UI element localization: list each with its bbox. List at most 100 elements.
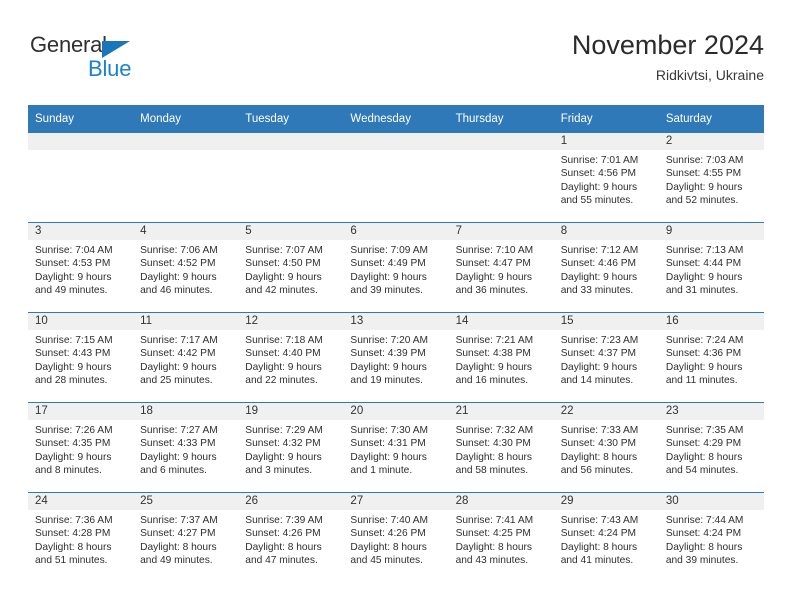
daylight-duration-line1: Daylight: 9 hours <box>35 271 112 283</box>
sunrise-time: Sunrise: 7:26 AM <box>35 425 113 436</box>
calendar-day-cell[interactable]: 14 Sunrise: 7:21 AM Sunset: 4:38 PM Dayligh… <box>448 313 554 402</box>
day-number: 23 <box>658 403 764 420</box>
daylight-duration-line1: Daylight: 9 hours <box>455 361 533 373</box>
day-details: Sunrise: 7:15 AM Sunset: 4:43 PM Daylight:… <box>28 330 133 388</box>
calendar-day-cell[interactable]: 17 Sunrise: 7:26 AM Sunset: 4:35 PM Dayligh… <box>28 403 134 492</box>
day-details: Sunrise: 7:04 AM Sunset: 4:53 PM Daylight:… <box>28 240 133 298</box>
calendar-day-cell[interactable]: 4 Sunrise: 7:06 AM Sunset: 4:52 PM Daylight… <box>133 223 239 312</box>
daylight-duration-line1: Daylight: 8 hours <box>35 541 112 553</box>
daylight-duration-line1: Daylight: 8 hours <box>665 451 743 463</box>
calendar-cell: 4 Sunrise: 7:06 AM Sunset: 4:52 PM Daylight… <box>133 222 239 313</box>
calendar-day-cell[interactable]: 15 Sunrise: 7:23 AM Sunset: 4:37 PM Dayligh… <box>553 313 659 402</box>
day-number: 19 <box>238 403 344 420</box>
calendar-day-cell[interactable]: 6 Sunrise: 7:09 AM Sunset: 4:49 PM Daylight… <box>343 223 449 312</box>
day-details: Sunrise: 7:40 AM Sunset: 4:26 PM Daylight:… <box>343 510 448 568</box>
sunrise-time: Sunrise: 7:09 AM <box>350 245 429 256</box>
sunrise-time: Sunrise: 7:20 AM <box>350 335 429 346</box>
calendar-day-cell[interactable]: 22 Sunrise: 7:33 AM Sunset: 4:30 PM Dayligh… <box>553 403 659 492</box>
daylight-duration-line1: Daylight: 9 hours <box>560 181 638 193</box>
sunrise-time: Sunrise: 7:23 AM <box>560 335 639 346</box>
calendar-cell: 24 Sunrise: 7:36 AM Sunset: 4:28 PM Dayligh… <box>28 492 134 582</box>
sunset-time: Sunset: 4:24 PM <box>665 528 742 540</box>
sunrise-time: Sunrise: 7:04 AM <box>35 245 113 256</box>
calendar-day-cell[interactable]: 5 Sunrise: 7:07 AM Sunset: 4:50 PM Daylight… <box>238 223 344 312</box>
weekday-header-tuesday: Tuesday <box>238 105 344 133</box>
calendar-cell: 14 Sunrise: 7:21 AM Sunset: 4:38 PM Dayligh… <box>448 312 554 403</box>
daylight-duration-line2: and 56 minutes. <box>560 465 634 477</box>
sunset-time: Sunset: 4:53 PM <box>35 258 111 270</box>
calendar-cell: 29 Sunrise: 7:43 AM Sunset: 4:24 PM Dayligh… <box>553 492 659 582</box>
calendar-day-cell[interactable]: 1 Sunrise: 7:01 AM Sunset: 4:56 PM Daylight… <box>553 133 659 222</box>
calendar-cell: 21 Sunrise: 7:32 AM Sunset: 4:30 PM Dayligh… <box>448 402 554 493</box>
sunset-time: Sunset: 4:40 PM <box>245 348 321 360</box>
calendar-day-cell[interactable]: 16 Sunrise: 7:24 AM Sunset: 4:36 PM Dayligh… <box>658 313 764 402</box>
calendar-day-cell[interactable]: 23 Sunrise: 7:35 AM Sunset: 4:29 PM Dayligh… <box>658 403 764 492</box>
calendar-day-cell[interactable]: 10 Sunrise: 7:15 AM Sunset: 4:43 PM Dayligh… <box>28 313 134 402</box>
sunset-time: Sunset: 4:27 PM <box>140 528 216 540</box>
calendar-cell: 22 Sunrise: 7:33 AM Sunset: 4:30 PM Dayligh… <box>553 402 659 493</box>
sunrise-time: Sunrise: 7:07 AM <box>245 245 323 256</box>
calendar-day-cell[interactable]: 8 Sunrise: 7:12 AM Sunset: 4:46 PM Daylight… <box>553 223 659 312</box>
sunrise-time: Sunrise: 7:39 AM <box>245 515 323 526</box>
calendar-day-cell[interactable]: 3 Sunrise: 7:04 AM Sunset: 4:53 PM Daylight… <box>28 223 134 312</box>
day-details: Sunrise: 7:06 AM Sunset: 4:52 PM Daylight:… <box>133 240 238 298</box>
calendar-cell: 26 Sunrise: 7:39 AM Sunset: 4:26 PM Dayligh… <box>238 492 344 582</box>
day-number: 12 <box>238 313 344 330</box>
calendar-day-cell[interactable]: 12 Sunrise: 7:18 AM Sunset: 4:40 PM Dayligh… <box>238 313 344 402</box>
daylight-duration-line2: and 31 minutes. <box>665 285 739 297</box>
daylight-duration-line1: Daylight: 9 hours <box>350 451 427 463</box>
daylight-duration-line2: and 14 minutes. <box>560 375 634 387</box>
daylight-duration-line2: and 36 minutes. <box>455 285 529 297</box>
calendar-day-cell[interactable]: 2 Sunrise: 7:03 AM Sunset: 4:55 PM Daylight… <box>658 133 764 222</box>
daylight-duration-line2: and 1 minute. <box>350 465 413 477</box>
daylight-duration-line1: Daylight: 9 hours <box>665 271 743 283</box>
sunset-time: Sunset: 4:44 PM <box>665 258 742 270</box>
calendar-day-cell[interactable]: 7 Sunrise: 7:10 AM Sunset: 4:47 PM Daylight… <box>448 223 554 312</box>
weekday-header-row: Sunday Monday Tuesday Wednesday Thursday… <box>28 105 764 133</box>
daylight-duration-line1: Daylight: 9 hours <box>35 451 112 463</box>
daylight-duration-line1: Daylight: 8 hours <box>665 541 743 553</box>
calendar-day-cell[interactable]: 25 Sunrise: 7:37 AM Sunset: 4:27 PM Dayligh… <box>133 493 239 582</box>
day-number: 2 <box>658 133 764 150</box>
calendar-day-cell[interactable]: 26 Sunrise: 7:39 AM Sunset: 4:26 PM Dayligh… <box>238 493 344 582</box>
day-number: 14 <box>448 313 554 330</box>
calendar-cell: 16 Sunrise: 7:24 AM Sunset: 4:36 PM Dayligh… <box>658 312 764 403</box>
calendar-day-cell[interactable]: 13 Sunrise: 7:20 AM Sunset: 4:39 PM Dayligh… <box>343 313 449 402</box>
sunrise-time: Sunrise: 7:35 AM <box>665 425 744 436</box>
calendar-day-cell[interactable]: 21 Sunrise: 7:32 AM Sunset: 4:30 PM Dayligh… <box>448 403 554 492</box>
day-details: Sunrise: 7:35 AM Sunset: 4:29 PM Daylight:… <box>659 420 764 478</box>
logo-text-blue: Blue <box>88 56 132 81</box>
day-number: 25 <box>133 493 239 510</box>
calendar-cell <box>238 133 344 223</box>
daylight-duration-line1: Daylight: 9 hours <box>140 361 217 373</box>
calendar-cell: 9 Sunrise: 7:13 AM Sunset: 4:44 PM Daylight… <box>658 222 764 313</box>
daylight-duration-line2: and 25 minutes. <box>140 375 213 387</box>
calendar-day-cell[interactable]: 20 Sunrise: 7:30 AM Sunset: 4:31 PM Dayligh… <box>343 403 449 492</box>
calendar-cell <box>133 133 239 223</box>
daylight-duration-line2: and 42 minutes. <box>245 285 318 297</box>
sunrise-time: Sunrise: 7:43 AM <box>560 515 639 526</box>
daylight-duration-line2: and 43 minutes. <box>455 555 529 567</box>
daylight-duration-line1: Daylight: 9 hours <box>455 271 533 283</box>
daylight-duration-line2: and 54 minutes. <box>665 465 739 477</box>
calendar-day-cell[interactable]: 18 Sunrise: 7:27 AM Sunset: 4:33 PM Dayligh… <box>133 403 239 492</box>
sunset-time: Sunset: 4:30 PM <box>560 438 637 450</box>
calendar-day-cell[interactable]: 28 Sunrise: 7:41 AM Sunset: 4:25 PM Dayligh… <box>448 493 554 582</box>
day-details: Sunrise: 7:21 AM Sunset: 4:38 PM Daylight:… <box>449 330 554 388</box>
sunrise-time: Sunrise: 7:10 AM <box>455 245 534 256</box>
calendar-day-cell[interactable]: 9 Sunrise: 7:13 AM Sunset: 4:44 PM Daylight… <box>658 223 764 312</box>
calendar-cell: 19 Sunrise: 7:29 AM Sunset: 4:32 PM Dayligh… <box>238 402 344 493</box>
calendar-day-cell[interactable]: 27 Sunrise: 7:40 AM Sunset: 4:26 PM Dayligh… <box>343 493 449 582</box>
day-number <box>133 133 239 150</box>
calendar-day-cell[interactable]: 19 Sunrise: 7:29 AM Sunset: 4:32 PM Dayligh… <box>238 403 344 492</box>
day-number: 10 <box>28 313 134 330</box>
calendar-day-cell[interactable]: 11 Sunrise: 7:17 AM Sunset: 4:42 PM Dayligh… <box>133 313 239 402</box>
calendar-day-cell[interactable]: 29 Sunrise: 7:43 AM Sunset: 4:24 PM Dayligh… <box>553 493 659 582</box>
sunrise-time: Sunrise: 7:03 AM <box>665 155 744 166</box>
calendar-day-cell[interactable]: 24 Sunrise: 7:36 AM Sunset: 4:28 PM Dayligh… <box>28 493 134 582</box>
general-blue-logo[interactable]: General Blue <box>28 32 228 88</box>
calendar-day-cell[interactable]: 30 Sunrise: 7:44 AM Sunset: 4:24 PM Dayligh… <box>658 493 764 582</box>
day-details: Sunrise: 7:29 AM Sunset: 4:32 PM Daylight:… <box>238 420 343 478</box>
daylight-duration-line1: Daylight: 8 hours <box>560 541 638 553</box>
sunset-time: Sunset: 4:25 PM <box>455 528 531 540</box>
